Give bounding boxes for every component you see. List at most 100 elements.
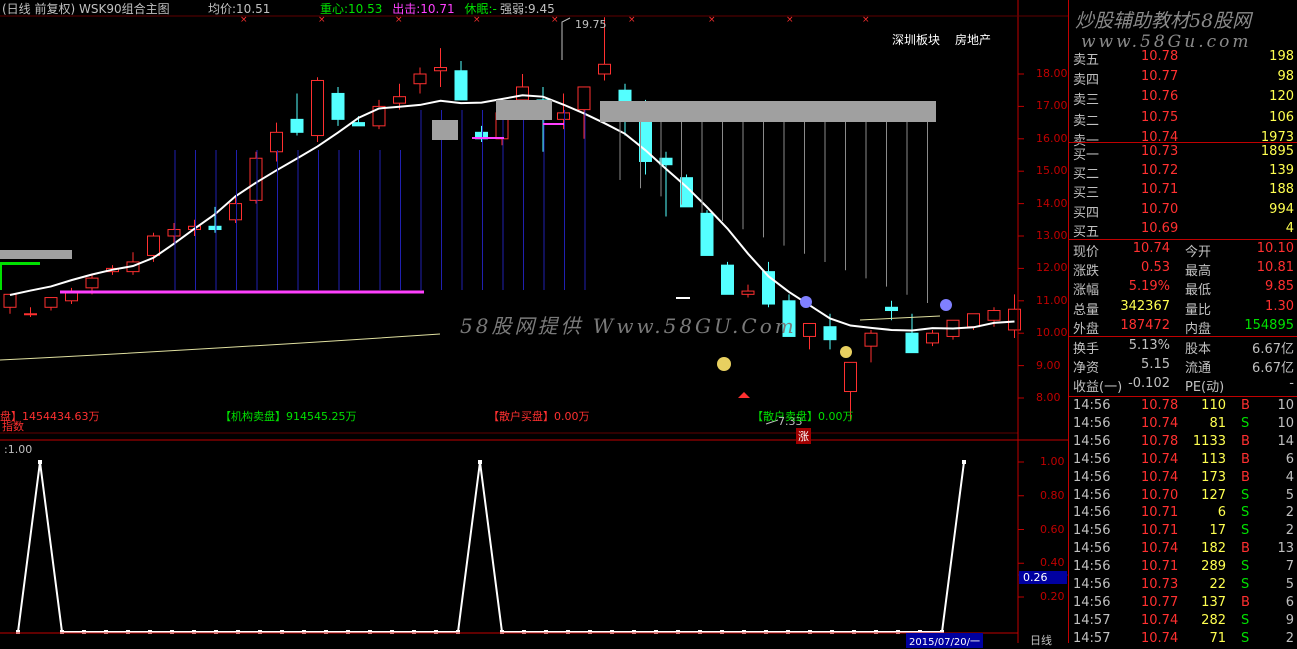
tick-price: 10.71 bbox=[1141, 559, 1179, 575]
quote-label: 内盘 bbox=[1185, 321, 1212, 337]
price-axis-label: 18.00 bbox=[1036, 67, 1068, 80]
tick-price: 10.78 bbox=[1141, 398, 1179, 413]
bid-row[interactable]: 买四 10.70 994 bbox=[1069, 201, 1297, 221]
candle-body bbox=[24, 313, 37, 316]
tick-time: 14:56 bbox=[1073, 487, 1111, 503]
sector-label-1[interactable]: 深圳板块 bbox=[892, 31, 940, 48]
tick-price: 10.71 bbox=[1141, 505, 1179, 521]
tick-time: 14:56 bbox=[1073, 451, 1111, 467]
ask-price: 10.78 bbox=[1141, 49, 1179, 64]
fundamentals-row[interactable]: 净资 5.15 流通 6.67亿 bbox=[1069, 356, 1297, 377]
ask-row[interactable]: 卖五 10.78 198 bbox=[1069, 48, 1297, 68]
tick-row[interactable]: 14:56 10.71 6 S 2 bbox=[1069, 504, 1297, 523]
sector-label-2[interactable]: 房地产 bbox=[955, 31, 991, 48]
tick-row[interactable]: 14:56 10.70 127 S 5 bbox=[1069, 487, 1297, 506]
chart-title: (日线 前复权) WSK90组合主图 bbox=[2, 2, 170, 16]
tick-count: 13 bbox=[1277, 541, 1294, 557]
tick-row[interactable]: 14:57 10.74 282 S 9 bbox=[1069, 612, 1297, 631]
tick-row[interactable]: 14:56 10.78 1133 B 14 bbox=[1069, 433, 1297, 452]
tick-row[interactable]: 14:56 10.78 110 B 10 bbox=[1069, 397, 1297, 416]
tick-row[interactable]: 14:56 10.74 81 S 10 bbox=[1069, 415, 1297, 434]
tick-row[interactable]: 14:56 10.71 289 S 7 bbox=[1069, 558, 1297, 577]
candle-body bbox=[85, 277, 99, 289]
quote-label: 现价 bbox=[1073, 245, 1100, 260]
tick-time: 14:56 bbox=[1073, 559, 1111, 575]
tick-price: 10.78 bbox=[1141, 433, 1179, 449]
bid-row[interactable]: 买五 10.69 4 bbox=[1069, 220, 1297, 240]
moving-average-line bbox=[9, 94, 1015, 332]
tick-price: 10.71 bbox=[1141, 523, 1179, 539]
quote-value: 0.53 bbox=[1141, 260, 1170, 276]
quote-row[interactable]: 涨跌 0.53 最高 10.81 bbox=[1069, 259, 1297, 279]
tick-side: S bbox=[1241, 559, 1250, 575]
fund-label: 流通 bbox=[1185, 361, 1212, 377]
quote-panel: 炒股辅助教材58股网 www.58Gu.com 卖五 10.78 198 卖四 10.7… bbox=[1068, 0, 1297, 646]
quote-row[interactable]: 外盘 187472 内盘 154895 bbox=[1069, 317, 1297, 337]
quote-label: 最低 bbox=[1185, 283, 1212, 299]
quote-value: 5.19% bbox=[1128, 279, 1170, 295]
period-label[interactable]: 日线 bbox=[1030, 632, 1052, 648]
bid-row[interactable]: 买一 10.73 1895 bbox=[1069, 143, 1297, 163]
tick-row[interactable]: 14:56 10.73 22 S 5 bbox=[1069, 576, 1297, 595]
bid-price: 10.70 bbox=[1141, 201, 1179, 217]
candle-body bbox=[844, 361, 857, 393]
candle-body bbox=[987, 310, 1001, 321]
quote-value: 10.74 bbox=[1132, 241, 1170, 256]
quote-label: 涨幅 bbox=[1073, 283, 1100, 299]
tick-time: 14:56 bbox=[1073, 577, 1111, 592]
quote-row[interactable]: 现价 10.74 今开 10.10 bbox=[1069, 240, 1297, 260]
signal-line bbox=[17, 461, 965, 633]
green-mark bbox=[0, 262, 40, 265]
quote-label: 总量 bbox=[1073, 302, 1100, 318]
resistance-band-mid bbox=[496, 100, 552, 120]
quote-value: 154895 bbox=[1244, 317, 1294, 333]
tick-price: 10.70 bbox=[1141, 487, 1179, 503]
center-value: 重心:10.53 出击:10.71 休眠:- bbox=[320, 2, 497, 16]
tick-side: B bbox=[1241, 541, 1250, 557]
ask-row[interactable]: 卖四 10.77 98 bbox=[1069, 68, 1297, 88]
tick-row[interactable]: 14:56 10.71 17 S 2 bbox=[1069, 522, 1297, 541]
tick-side: S bbox=[1241, 577, 1250, 592]
fundamentals-row[interactable]: 换手 5.13% 股本 6.67亿 bbox=[1069, 337, 1297, 357]
tick-side: S bbox=[1241, 523, 1250, 539]
candle-body bbox=[434, 67, 447, 72]
bid-volume: 994 bbox=[1269, 201, 1294, 217]
tick-price: 10.73 bbox=[1141, 577, 1179, 592]
tick-price: 10.74 bbox=[1141, 469, 1179, 485]
tick-row[interactable]: 14:56 10.77 137 B 6 bbox=[1069, 594, 1297, 613]
lower-axis-label: 0.60 bbox=[1040, 522, 1065, 536]
tick-row[interactable]: 14:57 10.74 71 S 2 bbox=[1069, 630, 1297, 649]
bid-price: 10.73 bbox=[1141, 144, 1179, 159]
tick-row[interactable]: 14:56 10.74 113 B 6 bbox=[1069, 451, 1297, 470]
price-axis-label: 13.00 bbox=[1036, 229, 1068, 242]
watermark-top: 炒股辅助教材58股网 bbox=[1075, 10, 1252, 32]
quote-label: 外盘 bbox=[1073, 321, 1100, 337]
price-axis-label: 9.00 bbox=[1036, 358, 1061, 372]
candle-body bbox=[331, 92, 345, 120]
index-label: 指数 bbox=[2, 420, 24, 433]
ask-row[interactable]: 卖二 10.75 106 bbox=[1069, 109, 1297, 129]
info-icon bbox=[800, 296, 812, 308]
fund-label: PE(动) bbox=[1185, 380, 1225, 396]
fund-label: 收益(一) bbox=[1073, 380, 1123, 396]
tick-volume: 17 bbox=[1209, 523, 1226, 539]
bid-volume: 188 bbox=[1269, 182, 1294, 198]
tick-row[interactable]: 14:56 10.74 173 B 4 bbox=[1069, 469, 1297, 488]
quote-row[interactable]: 总量 342367 量比 1.30 bbox=[1069, 298, 1297, 318]
candle-body bbox=[741, 290, 755, 295]
fundamentals-row[interactable]: 收益(一) -0.102 PE(动) - bbox=[1069, 375, 1297, 396]
tick-volume: 110 bbox=[1201, 398, 1226, 413]
bid-label: 买一 bbox=[1073, 148, 1100, 163]
bid-row[interactable]: 买三 10.71 188 bbox=[1069, 181, 1297, 201]
bid-row[interactable]: 买二 10.72 139 bbox=[1069, 162, 1297, 182]
quote-row[interactable]: 涨幅 5.19% 最低 9.85 bbox=[1069, 278, 1297, 299]
candle-body bbox=[864, 332, 878, 347]
ask-volume: 106 bbox=[1269, 109, 1294, 125]
ask-label: 卖三 bbox=[1073, 93, 1100, 109]
ask-row[interactable]: 卖三 10.76 120 bbox=[1069, 88, 1297, 109]
tick-row[interactable]: 14:56 10.74 182 B 13 bbox=[1069, 540, 1297, 559]
ask-price: 10.77 bbox=[1141, 69, 1179, 85]
candle-body bbox=[885, 306, 898, 312]
ask-price: 10.75 bbox=[1141, 109, 1179, 125]
quote-value: 1.30 bbox=[1265, 298, 1294, 314]
